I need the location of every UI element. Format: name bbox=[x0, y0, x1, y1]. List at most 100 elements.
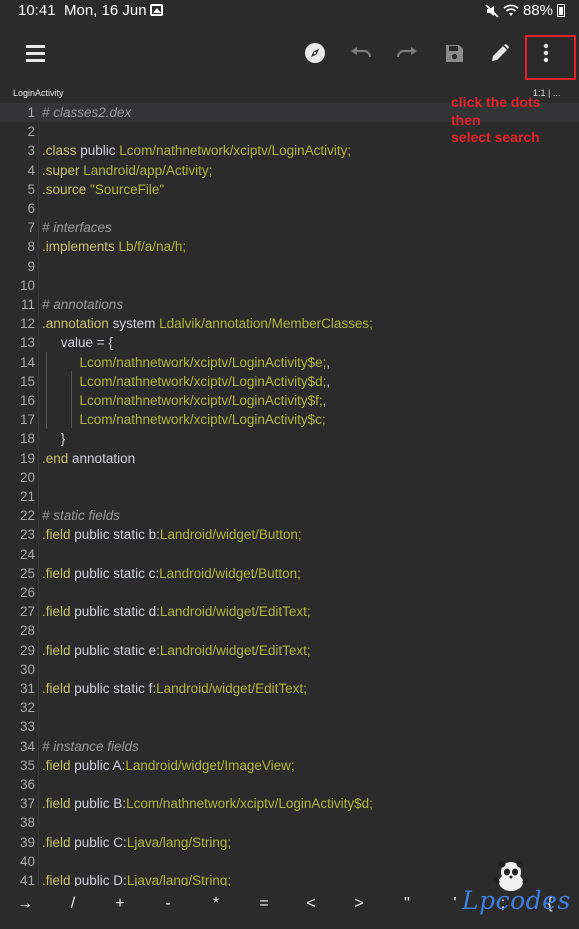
edit-button[interactable] bbox=[483, 36, 517, 70]
code-line[interactable]: 24 bbox=[0, 545, 579, 564]
wifi-icon bbox=[503, 4, 519, 16]
mute-icon bbox=[485, 3, 499, 18]
line-number: 14 bbox=[19, 354, 35, 370]
status-date: Mon, 16 Jun bbox=[64, 2, 147, 19]
line-number: 3 bbox=[27, 143, 35, 159]
line-number: 40 bbox=[19, 853, 35, 869]
symbol-key[interactable]: = bbox=[252, 895, 276, 913]
code-token: Ljava/lang/String; bbox=[126, 873, 232, 886]
code-token: Lcom/nathnetwork/xciptv/LoginActivity$e; bbox=[42, 354, 327, 370]
code-token: .end bbox=[42, 450, 73, 466]
code-line[interactable]: 38 bbox=[0, 813, 579, 832]
code-line[interactable]: 22 # static fields bbox=[0, 506, 579, 525]
code-line[interactable]: 32 bbox=[0, 698, 579, 717]
line-number: 22 bbox=[19, 508, 35, 524]
code-line[interactable]: 6 bbox=[0, 199, 579, 218]
code-line[interactable]: 35 .field public A:Landroid/widget/ImageV… bbox=[0, 756, 579, 775]
code-line[interactable]: 20 bbox=[0, 468, 579, 487]
code-token: value = { bbox=[42, 335, 113, 351]
code-line[interactable]: 19 .end annotation bbox=[0, 449, 579, 468]
code-line[interactable]: 36 bbox=[0, 775, 579, 794]
line-number: 32 bbox=[19, 700, 35, 716]
code-line[interactable]: 29 .field public static e:Landroid/widget… bbox=[0, 641, 579, 660]
code-line[interactable]: 30 bbox=[0, 660, 579, 679]
line-number: 25 bbox=[19, 565, 35, 581]
code-token: public static c: bbox=[74, 565, 160, 581]
tab-login-activity[interactable]: LoginActivity bbox=[13, 88, 64, 98]
code-token: } bbox=[42, 431, 66, 447]
code-editor[interactable]: 1 # classes2.dex 2 3 .class public Lcom/nath… bbox=[0, 103, 579, 886]
pencil-icon bbox=[492, 44, 509, 61]
undo-button[interactable] bbox=[344, 36, 378, 70]
code-token: .field bbox=[42, 604, 75, 620]
save-button[interactable] bbox=[437, 36, 471, 70]
code-token: Landroid/app/Activity; bbox=[83, 162, 213, 178]
code-line[interactable]: 17 Lcom/nathnetwork/xciptv/LoginActivity… bbox=[0, 410, 579, 429]
code-token: public B: bbox=[74, 796, 127, 812]
code-text: # annotations bbox=[42, 295, 123, 314]
watermark-logo: Lpcodes bbox=[458, 860, 570, 916]
code-line[interactable]: 28 bbox=[0, 621, 579, 640]
code-token: , bbox=[326, 373, 331, 389]
code-line[interactable]: 9 bbox=[0, 257, 579, 276]
line-number: 10 bbox=[19, 277, 35, 293]
code-line[interactable]: 26 bbox=[0, 583, 579, 602]
code-line[interactable]: 4 .super Landroid/app/Activity; bbox=[0, 161, 579, 180]
code-line[interactable]: 21 bbox=[0, 487, 579, 506]
code-line[interactable]: 12 .annotation system Ldalvik/annotation/… bbox=[0, 314, 579, 333]
code-line[interactable]: 18 } bbox=[0, 429, 579, 448]
symbol-key[interactable]: < bbox=[299, 895, 323, 913]
toolbar bbox=[0, 22, 579, 84]
redo-button[interactable] bbox=[390, 36, 424, 70]
code-token: Landroid/widget/Button; bbox=[159, 565, 301, 581]
code-line[interactable]: 27 .field public static d:Landroid/widget… bbox=[0, 602, 579, 621]
line-number: 31 bbox=[19, 681, 35, 696]
line-number: 15 bbox=[19, 373, 35, 389]
code-line[interactable]: 33 bbox=[0, 717, 579, 736]
code-line[interactable]: 14 Lcom/nathnetwork/xciptv/LoginActivity… bbox=[0, 353, 579, 372]
code-line[interactable]: 34 # instance fields bbox=[0, 737, 579, 756]
undo-icon bbox=[351, 47, 372, 58]
code-line[interactable]: 10 bbox=[0, 276, 579, 295]
code-token: .field bbox=[42, 565, 75, 581]
status-right: 88% bbox=[485, 2, 565, 19]
code-line[interactable]: 7 # interfaces bbox=[0, 218, 579, 237]
battery-icon bbox=[557, 4, 565, 17]
code-token: # instance fields bbox=[42, 738, 139, 754]
symbol-key[interactable]: / bbox=[61, 895, 85, 913]
code-text: Lcom/nathnetwork/xciptv/LoginActivity$e;… bbox=[42, 353, 331, 372]
code-line[interactable]: 5 .source "SourceFile" bbox=[0, 180, 579, 199]
symbol-key[interactable]: + bbox=[108, 895, 132, 913]
line-number: 17 bbox=[19, 412, 35, 428]
instruction-annotation: click the dots then select search bbox=[451, 94, 540, 147]
navigate-button[interactable] bbox=[298, 36, 332, 70]
code-line[interactable]: 13 value = { bbox=[0, 333, 579, 352]
code-token: public static f: bbox=[74, 681, 157, 696]
code-text: .field public B:Lcom/nathnetwork/xciptv/… bbox=[42, 794, 373, 813]
code-line[interactable]: 37 .field public B:Lcom/nathnetwork/xcipt… bbox=[0, 794, 579, 813]
symbol-key[interactable]: - bbox=[156, 895, 180, 913]
menu-button[interactable] bbox=[20, 36, 54, 70]
code-line[interactable]: 39 .field public C:Ljava/lang/String; bbox=[0, 833, 579, 852]
line-number: 24 bbox=[19, 546, 35, 562]
code-text: .field public D:Ljava/lang/String; bbox=[42, 871, 231, 886]
highlight-box bbox=[525, 35, 576, 80]
code-line[interactable]: 8 .implements Lb/f/a/na/h; bbox=[0, 237, 579, 256]
symbol-key[interactable]: > bbox=[347, 895, 371, 913]
line-number: 39 bbox=[19, 834, 35, 850]
symbol-key[interactable]: " bbox=[395, 895, 419, 913]
code-line[interactable]: 31 .field public static f:Landroid/widget… bbox=[0, 679, 579, 698]
code-line[interactable]: 11 # annotations bbox=[0, 295, 579, 314]
code-line[interactable]: 15 Lcom/nathnetwork/xciptv/LoginActivity… bbox=[0, 372, 579, 391]
code-line[interactable]: 23 .field public static b:Landroid/widget… bbox=[0, 525, 579, 544]
line-number: 28 bbox=[19, 623, 35, 639]
code-token: # annotations bbox=[42, 297, 124, 312]
line-number: 29 bbox=[19, 642, 35, 658]
line-number: 30 bbox=[19, 661, 35, 677]
symbol-key[interactable]: → bbox=[13, 895, 37, 913]
code-line[interactable]: 16 Lcom/nathnetwork/xciptv/LoginActivity… bbox=[0, 391, 579, 410]
compass-icon bbox=[305, 43, 325, 63]
code-line[interactable]: 25 .field public static c:Landroid/widget… bbox=[0, 564, 579, 583]
symbol-key[interactable]: * bbox=[204, 895, 228, 913]
code-token: Lb/f/a/na/h; bbox=[118, 239, 187, 255]
